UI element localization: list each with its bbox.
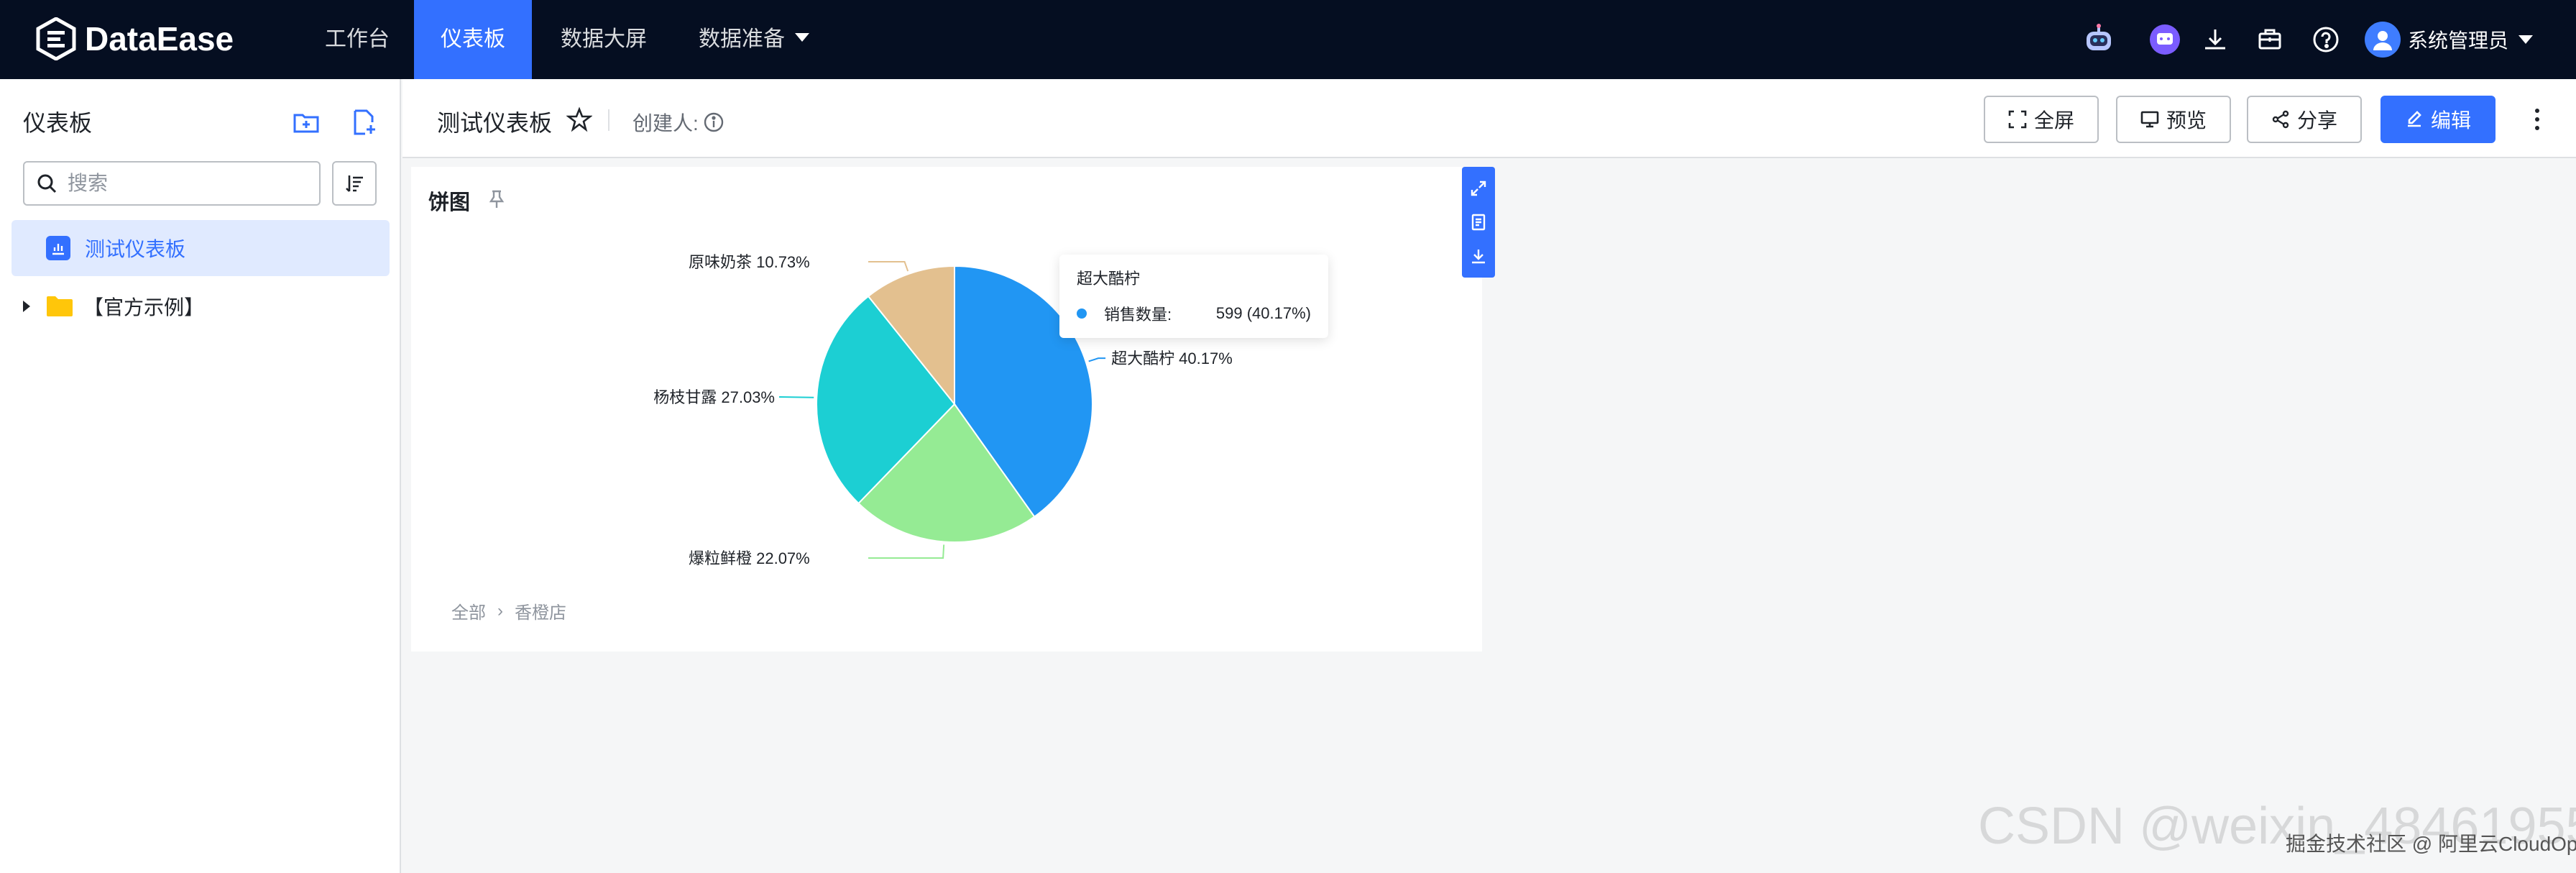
pie-data-label: 超大酷柠 40.17% bbox=[1111, 349, 1233, 367]
tree-item-test-dashboard[interactable]: 测试仪表板 bbox=[12, 220, 390, 276]
preview-button[interactable]: 预览 bbox=[2116, 96, 2231, 143]
nav-data-prep-label: 数据准备 bbox=[699, 27, 785, 51]
sort-button[interactable] bbox=[332, 161, 377, 206]
search-input[interactable] bbox=[68, 172, 305, 195]
edit-label: 编辑 bbox=[2430, 109, 2471, 132]
dashboard-header: 测试仪表板 创建人: 全屏 预览 分享 编辑 bbox=[402, 79, 2576, 158]
divider bbox=[608, 109, 610, 131]
tree-item-label: 【官方示例】 bbox=[83, 296, 205, 319]
caret-right-icon[interactable] bbox=[23, 301, 30, 312]
folder-icon bbox=[47, 296, 73, 316]
sort-icon bbox=[346, 175, 363, 192]
copilot-chat-icon[interactable] bbox=[2148, 22, 2182, 57]
breadcrumb-all[interactable]: 全部 bbox=[451, 598, 486, 623]
search-icon bbox=[37, 174, 57, 193]
pin-icon[interactable] bbox=[486, 188, 507, 210]
fullscreen-button[interactable]: 全屏 bbox=[1984, 96, 2099, 143]
edit-icon bbox=[2405, 110, 2424, 129]
dashboard-icon bbox=[46, 236, 70, 260]
chart-tooltip: 超大酷柠 销售数量: 599 (40.17%) bbox=[1059, 255, 1328, 338]
nav-dashboard[interactable]: 仪表板 bbox=[414, 0, 532, 79]
monitor-icon bbox=[2140, 110, 2159, 129]
breadcrumb-current: 香橙店 bbox=[515, 603, 566, 623]
search-field[interactable] bbox=[23, 161, 321, 206]
tooltip-metric: 销售数量: bbox=[1104, 306, 1172, 324]
details-icon[interactable] bbox=[1468, 211, 1489, 233]
ai-robot-icon[interactable] bbox=[2082, 22, 2116, 57]
new-folder-button[interactable] bbox=[289, 105, 323, 140]
chevron-down-icon bbox=[2518, 35, 2534, 44]
pie-data-label: 杨枝甘露 27.03% bbox=[653, 388, 775, 406]
chevron-right-icon: › bbox=[497, 600, 503, 621]
pie-data-label: 爆粒鲜橙 22.07% bbox=[689, 549, 810, 567]
pie-data-label: 原味奶茶 10.73% bbox=[689, 253, 810, 271]
app-name: DataEase bbox=[85, 20, 234, 58]
page-title: 测试仪表板 bbox=[437, 110, 553, 136]
tooltip-title: 超大酷柠 bbox=[1077, 270, 1141, 288]
drill-breadcrumb: 全部 › 香橙店 bbox=[451, 598, 566, 623]
chart-panel[interactable]: 超大酷柠 40.17% 爆粒鲜橙 22.07% 杨枝甘露 27.03% 原味奶茶 10… bbox=[411, 167, 1495, 652]
creator-label: 创建人: bbox=[632, 112, 699, 134]
chart-title: 饼图 bbox=[428, 191, 471, 214]
new-dashboard-button[interactable] bbox=[346, 105, 381, 140]
nav-data-screen[interactable]: 数据大屏 bbox=[561, 0, 647, 79]
file-add-icon bbox=[354, 109, 375, 135]
fullscreen-label: 全屏 bbox=[2033, 109, 2074, 132]
tooltip-value: 599 (40.17%) bbox=[1215, 304, 1311, 322]
edit-button[interactable]: 编辑 bbox=[2380, 96, 2496, 143]
enlarge-icon[interactable] bbox=[1468, 178, 1489, 199]
nav-workbench[interactable]: 工作台 bbox=[325, 0, 390, 79]
creator-info: 创建人: bbox=[632, 108, 724, 137]
download-icon[interactable] bbox=[1468, 245, 1489, 267]
tooltip-row: 销售数量: 599 (40.17%) bbox=[1077, 302, 1311, 325]
chevron-down-icon bbox=[795, 33, 809, 42]
more-menu-icon[interactable] bbox=[2523, 105, 2552, 134]
sidebar-title: 仪表板 bbox=[23, 110, 93, 136]
download-icon[interactable] bbox=[2198, 22, 2232, 57]
nav-data-prep[interactable]: 数据准备 bbox=[699, 0, 809, 79]
top-navigation-bar: DataEase 工作台 仪表板 数据大屏 数据准备 系统管理员 bbox=[0, 0, 2576, 79]
preview-label: 预览 bbox=[2166, 109, 2207, 132]
dataease-logo-icon bbox=[36, 17, 76, 60]
user-name: 系统管理员 bbox=[2408, 29, 2509, 52]
juejin-watermark: 掘金技术社区 @ 阿里云CloudOps bbox=[2286, 833, 2576, 855]
share-button[interactable]: 分享 bbox=[2247, 96, 2362, 143]
star-icon[interactable] bbox=[566, 106, 592, 132]
briefcase-icon[interactable] bbox=[2253, 22, 2287, 57]
folder-add-icon bbox=[293, 114, 319, 133]
app-logo[interactable]: DataEase bbox=[34, 16, 234, 62]
pie-leader-line bbox=[779, 396, 814, 398]
share-label: 分享 bbox=[2296, 109, 2337, 132]
pie-leader-line bbox=[868, 544, 945, 559]
pie-leader-line bbox=[868, 261, 909, 272]
user-menu[interactable]: 系统管理员 bbox=[2365, 19, 2534, 60]
fullscreen-icon bbox=[2008, 110, 2027, 129]
dashboard-canvas: 超大酷柠 40.17% 爆粒鲜橙 22.07% 杨枝甘露 27.03% 原味奶茶 10… bbox=[402, 160, 2576, 873]
info-icon[interactable] bbox=[703, 111, 724, 133]
sidebar: 仪表板 测试仪表板 bbox=[0, 79, 401, 873]
tree-item-label: 测试仪表板 bbox=[85, 238, 186, 260]
share-icon bbox=[2271, 110, 2290, 129]
pie-chart: 超大酷柠 40.17% 爆粒鲜橙 22.07% 杨枝甘露 27.03% 原味奶茶 10… bbox=[653, 253, 1233, 567]
series-dot-icon bbox=[1077, 308, 1087, 319]
tree-item-official-examples[interactable]: 【官方示例】 bbox=[12, 280, 390, 332]
avatar bbox=[2365, 22, 2401, 58]
help-icon[interactable] bbox=[2309, 22, 2343, 57]
pie-leader-line bbox=[1088, 357, 1106, 362]
panel-toolbar bbox=[1462, 167, 1495, 278]
